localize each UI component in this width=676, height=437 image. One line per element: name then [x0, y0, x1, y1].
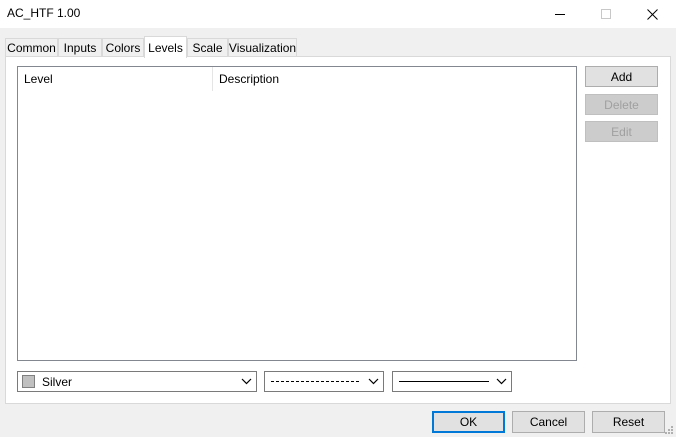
levels-list-body[interactable]: [18, 91, 576, 360]
indicator-properties-dialog: AC_HTF 1.00 Common Inputs Colors Levels …: [0, 0, 676, 437]
levels-list[interactable]: Level Description: [17, 66, 577, 361]
delete-button[interactable]: Delete: [585, 94, 658, 115]
line-width-select[interactable]: [392, 371, 512, 392]
tab-colors[interactable]: Colors: [102, 38, 144, 57]
chevron-down-icon: [368, 378, 379, 385]
tab-levels[interactable]: Levels: [144, 36, 187, 58]
color-name: Silver: [42, 375, 73, 389]
minimize-button[interactable]: [537, 0, 583, 28]
window-title: AC_HTF 1.00: [7, 6, 81, 20]
tab-visualization[interactable]: Visualization: [228, 38, 297, 57]
chevron-down-icon: [496, 378, 507, 385]
edit-button[interactable]: Edit: [585, 121, 658, 142]
maximize-icon: [601, 9, 611, 19]
tab-scale[interactable]: Scale: [187, 38, 228, 57]
line-style-select[interactable]: [264, 371, 384, 392]
dashed-line-preview: [271, 381, 359, 382]
minimize-icon: [555, 13, 565, 15]
add-button[interactable]: Add: [585, 66, 658, 87]
column-header-description[interactable]: Description: [213, 67, 577, 91]
levels-panel: Level Description Add Delete Edit Silver: [5, 56, 671, 404]
level-color-select[interactable]: Silver: [17, 371, 257, 392]
chevron-down-icon: [241, 378, 252, 385]
tab-inputs[interactable]: Inputs: [58, 38, 102, 57]
maximize-button: [583, 0, 629, 28]
column-header-level[interactable]: Level: [18, 67, 213, 91]
close-icon: [646, 8, 658, 20]
color-swatch: [22, 375, 35, 388]
resize-grip-icon[interactable]: [664, 425, 674, 435]
close-button[interactable]: [629, 0, 675, 28]
solid-line-preview: [399, 381, 489, 382]
reset-button[interactable]: Reset: [592, 411, 665, 433]
levels-list-header: Level Description: [18, 67, 576, 91]
tab-common[interactable]: Common: [5, 38, 58, 57]
title-bar: AC_HTF 1.00: [0, 0, 676, 28]
cancel-button[interactable]: Cancel: [512, 411, 585, 433]
ok-button[interactable]: OK: [432, 411, 505, 433]
